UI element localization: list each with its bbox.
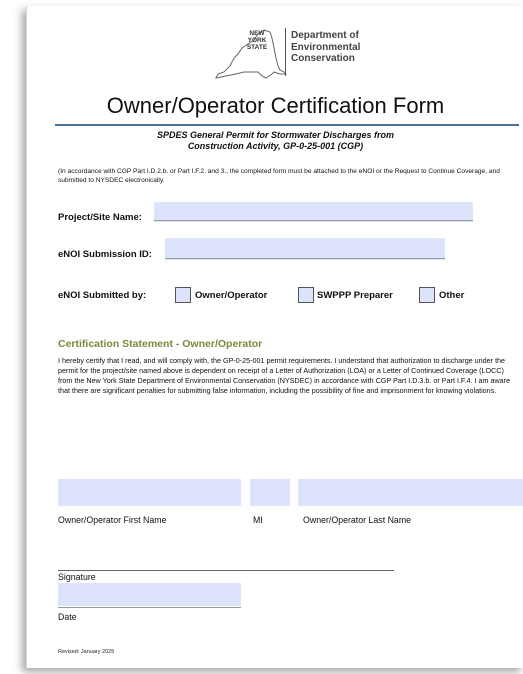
signature-line[interactable] — [58, 570, 394, 571]
logo-divider — [285, 28, 286, 76]
department-line-3: Conservation — [291, 53, 355, 64]
swppp-preparer-option-label: SWPPP Preparer — [317, 290, 393, 301]
date-input[interactable] — [58, 583, 241, 606]
first-name-input[interactable] — [58, 479, 241, 506]
project-site-label: Project/Site Name: — [58, 212, 142, 223]
enoi-id-underline — [165, 258, 445, 259]
state-word-3: STATE — [246, 44, 268, 51]
certification-heading: Certification Statement - Owner/Operator — [58, 338, 263, 350]
revised-date: Revised: January 2025 — [58, 649, 115, 655]
other-checkbox[interactable] — [419, 287, 435, 303]
form-subtitle: SPDES General Permit for Stormwater Disc… — [27, 130, 523, 152]
state-word-1: NEW — [249, 30, 265, 37]
subtitle-line-2: Construction Activity, GP-0-25-001 (CGP) — [187, 141, 364, 151]
form-page: NEW YORK STATE Department of Environment… — [26, 6, 523, 668]
date-underline — [58, 607, 241, 608]
last-name-input[interactable] — [298, 479, 523, 506]
enoi-id-label: eNOI Submission ID: — [58, 249, 152, 260]
state-word-2: YORK — [247, 37, 267, 44]
certification-statement: I hereby certify that I read, and will c… — [58, 356, 511, 395]
project-site-input[interactable] — [154, 202, 473, 222]
dec-logo: NEW YORK STATE Department of Environment… — [27, 26, 523, 86]
swppp-preparer-checkbox[interactable] — [298, 287, 314, 303]
middle-initial-label: MI — [253, 515, 263, 525]
state-wordmark: NEW YORK STATE — [241, 30, 273, 51]
project-site-underline — [154, 220, 473, 221]
signature-label: Signature — [58, 572, 96, 582]
last-name-label: Owner/Operator Last Name — [303, 515, 412, 525]
subtitle-line-1: SPDES General Permit for Stormwater Disc… — [156, 130, 395, 140]
date-label: Date — [58, 612, 77, 622]
form-title: Owner/Operator Certification Form — [106, 93, 445, 118]
department-name: Department of Environmental Conservation — [291, 30, 360, 65]
middle-initial-input[interactable] — [250, 479, 290, 506]
other-option-label: Other — [439, 290, 465, 301]
owner-operator-option-label: Owner/Operator — [195, 290, 268, 301]
submitted-by-label: eNOI Submitted by: — [58, 290, 147, 301]
department-line-1: Department of — [291, 30, 359, 41]
submission-note: (In accordance with CGP Part I.D.2.b. or… — [58, 168, 500, 184]
title-rule — [55, 124, 519, 126]
owner-operator-checkbox[interactable] — [175, 287, 191, 303]
first-name-label: Owner/Operator First Name — [58, 515, 167, 525]
department-line-2: Environmental — [291, 41, 361, 53]
enoi-id-input[interactable] — [165, 238, 445, 260]
